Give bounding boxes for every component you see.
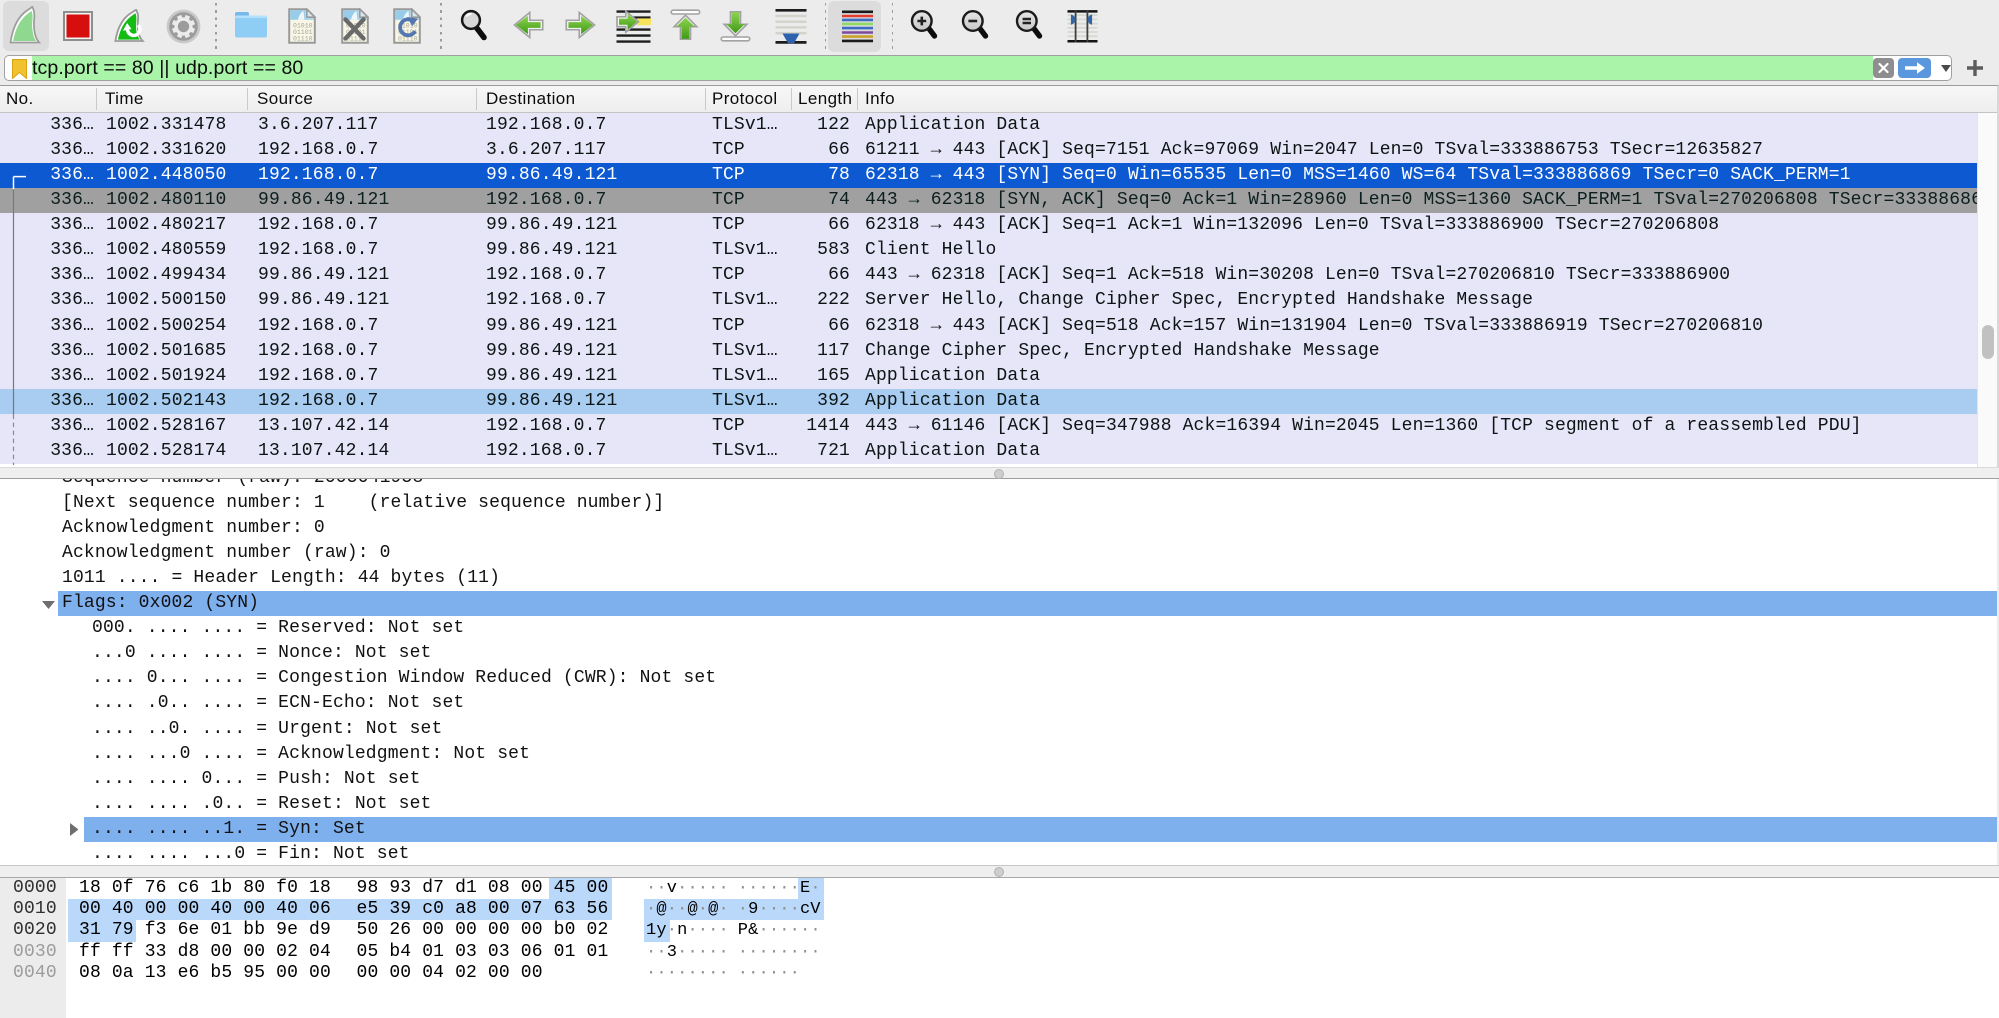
svg-text:01110: 01110 [293,36,313,43]
